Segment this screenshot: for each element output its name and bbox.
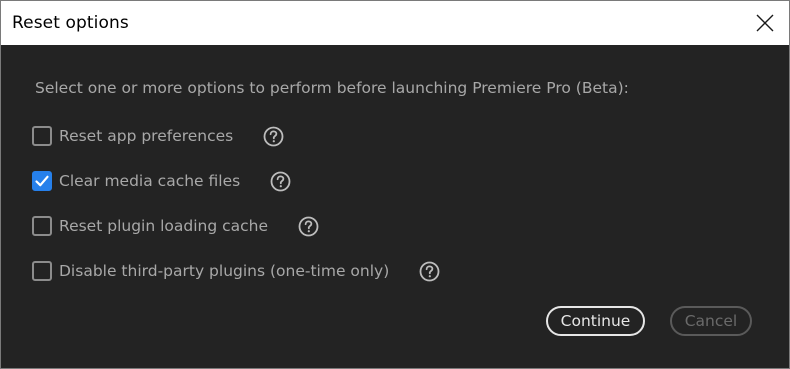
help-icon (270, 171, 291, 191)
option-disable-third-party-plugins: Disable third-party plugins (one-time on… (32, 260, 440, 282)
checkmark-icon (35, 175, 49, 187)
option-label: Clear media cache files (59, 172, 241, 190)
help-icon (298, 216, 319, 236)
option-reset-plugin-cache: Reset plugin loading cache (32, 215, 319, 237)
option-label: Reset app preferences (59, 127, 234, 145)
help-icon (419, 261, 440, 281)
reset-app-preferences-checkbox[interactable] (32, 126, 52, 146)
help-button[interactable] (419, 261, 440, 282)
option-reset-app-preferences: Reset app preferences (32, 125, 284, 147)
option-label: Disable third-party plugins (one-time on… (59, 262, 390, 280)
window-title: Reset options (12, 13, 129, 33)
option-clear-media-cache: Clear media cache files (32, 170, 291, 192)
clear-media-cache-checkbox[interactable] (32, 171, 52, 191)
close-icon (756, 14, 774, 32)
reset-plugin-cache-checkbox[interactable] (32, 216, 52, 236)
help-button[interactable] (298, 216, 319, 237)
dialog-prompt: Select one or more options to perform be… (35, 79, 629, 97)
option-label: Reset plugin loading cache (59, 217, 269, 235)
help-button[interactable] (263, 126, 284, 147)
help-icon (263, 126, 284, 146)
continue-button[interactable]: Continue (546, 306, 645, 336)
title-bar: Reset options (1, 1, 789, 45)
disable-third-party-plugins-checkbox[interactable] (32, 261, 52, 281)
reset-options-dialog: Reset options Select one or more options… (0, 0, 790, 369)
cancel-button[interactable]: Cancel (670, 306, 752, 336)
close-button[interactable] (744, 4, 786, 42)
help-button[interactable] (270, 171, 291, 192)
dialog-body: Select one or more options to perform be… (1, 45, 789, 368)
